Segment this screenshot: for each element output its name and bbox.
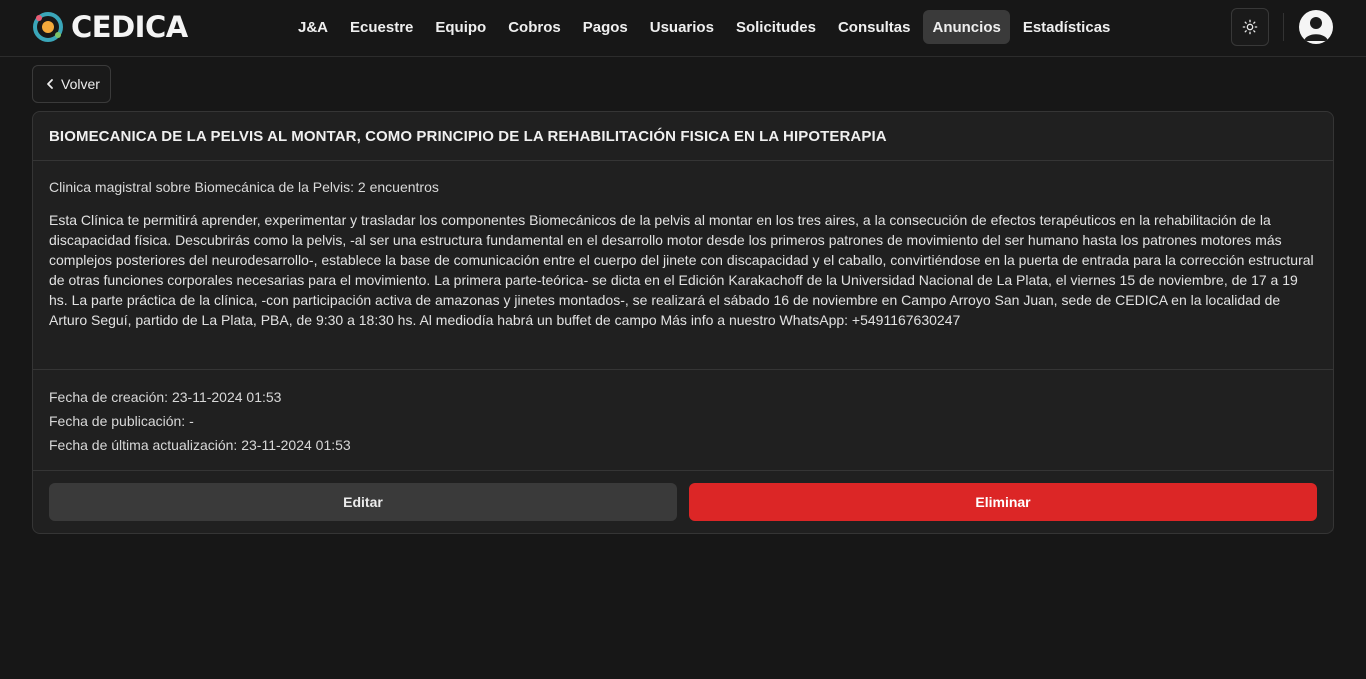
announcement-subtitle: Clinica magistral sobre Biomecánica de l… xyxy=(49,179,439,195)
logo-icon xyxy=(33,12,63,42)
nav-item-usuarios[interactable]: Usuarios xyxy=(641,10,723,44)
card-body: Clinica magistral sobre Biomecánica de l… xyxy=(33,161,1333,370)
theme-toggle-button[interactable] xyxy=(1231,8,1269,46)
published-date: Fecha de publicación: - xyxy=(49,413,194,429)
announcement-description: Esta Clínica te permitirá aprender, expe… xyxy=(49,212,1314,328)
card-header: BIOMECANICA DE LA PELVIS AL MONTAR, COMO… xyxy=(33,112,1333,161)
sun-icon xyxy=(1242,19,1258,35)
nav-item-pagos[interactable]: Pagos xyxy=(574,10,637,44)
nav-item-estadisticas[interactable]: Estadísticas xyxy=(1014,10,1120,44)
chevron-left-icon xyxy=(45,78,55,90)
back-button-label: Volver xyxy=(61,76,100,92)
updated-date: Fecha de última actualización: 23-11-202… xyxy=(49,437,351,453)
top-navbar: CEDICA J&A Ecuestre Equipo Cobros Pagos … xyxy=(0,0,1366,57)
header-divider xyxy=(1283,13,1284,41)
card-actions: Editar Eliminar xyxy=(33,471,1333,533)
nav-item-ja[interactable]: J&A xyxy=(289,10,337,44)
back-button[interactable]: Volver xyxy=(32,65,111,103)
delete-button[interactable]: Eliminar xyxy=(689,483,1317,521)
main-nav: J&A Ecuestre Equipo Cobros Pagos Usuario… xyxy=(289,10,1123,44)
created-date: Fecha de creación: 23-11-2024 01:53 xyxy=(49,389,282,405)
nav-item-cobros[interactable]: Cobros xyxy=(499,10,570,44)
nav-item-solicitudes[interactable]: Solicitudes xyxy=(727,10,825,44)
user-avatar-button[interactable] xyxy=(1299,10,1333,44)
edit-button[interactable]: Editar xyxy=(49,483,677,521)
nav-item-consultas[interactable]: Consultas xyxy=(829,10,920,44)
nav-item-ecuestre[interactable]: Ecuestre xyxy=(341,10,422,44)
user-avatar-icon xyxy=(1304,17,1328,41)
nav-item-anuncios[interactable]: Anuncios xyxy=(923,10,1010,44)
brand-logo[interactable]: CEDICA xyxy=(31,11,188,43)
announcement-card: BIOMECANICA DE LA PELVIS AL MONTAR, COMO… xyxy=(32,111,1334,534)
announcement-title: BIOMECANICA DE LA PELVIS AL MONTAR, COMO… xyxy=(49,127,887,145)
nav-item-equipo[interactable]: Equipo xyxy=(426,10,495,44)
brand-name: CEDICA xyxy=(71,10,188,44)
announcement-meta: Fecha de creación: 23-11-2024 01:53 Fech… xyxy=(33,370,1333,471)
